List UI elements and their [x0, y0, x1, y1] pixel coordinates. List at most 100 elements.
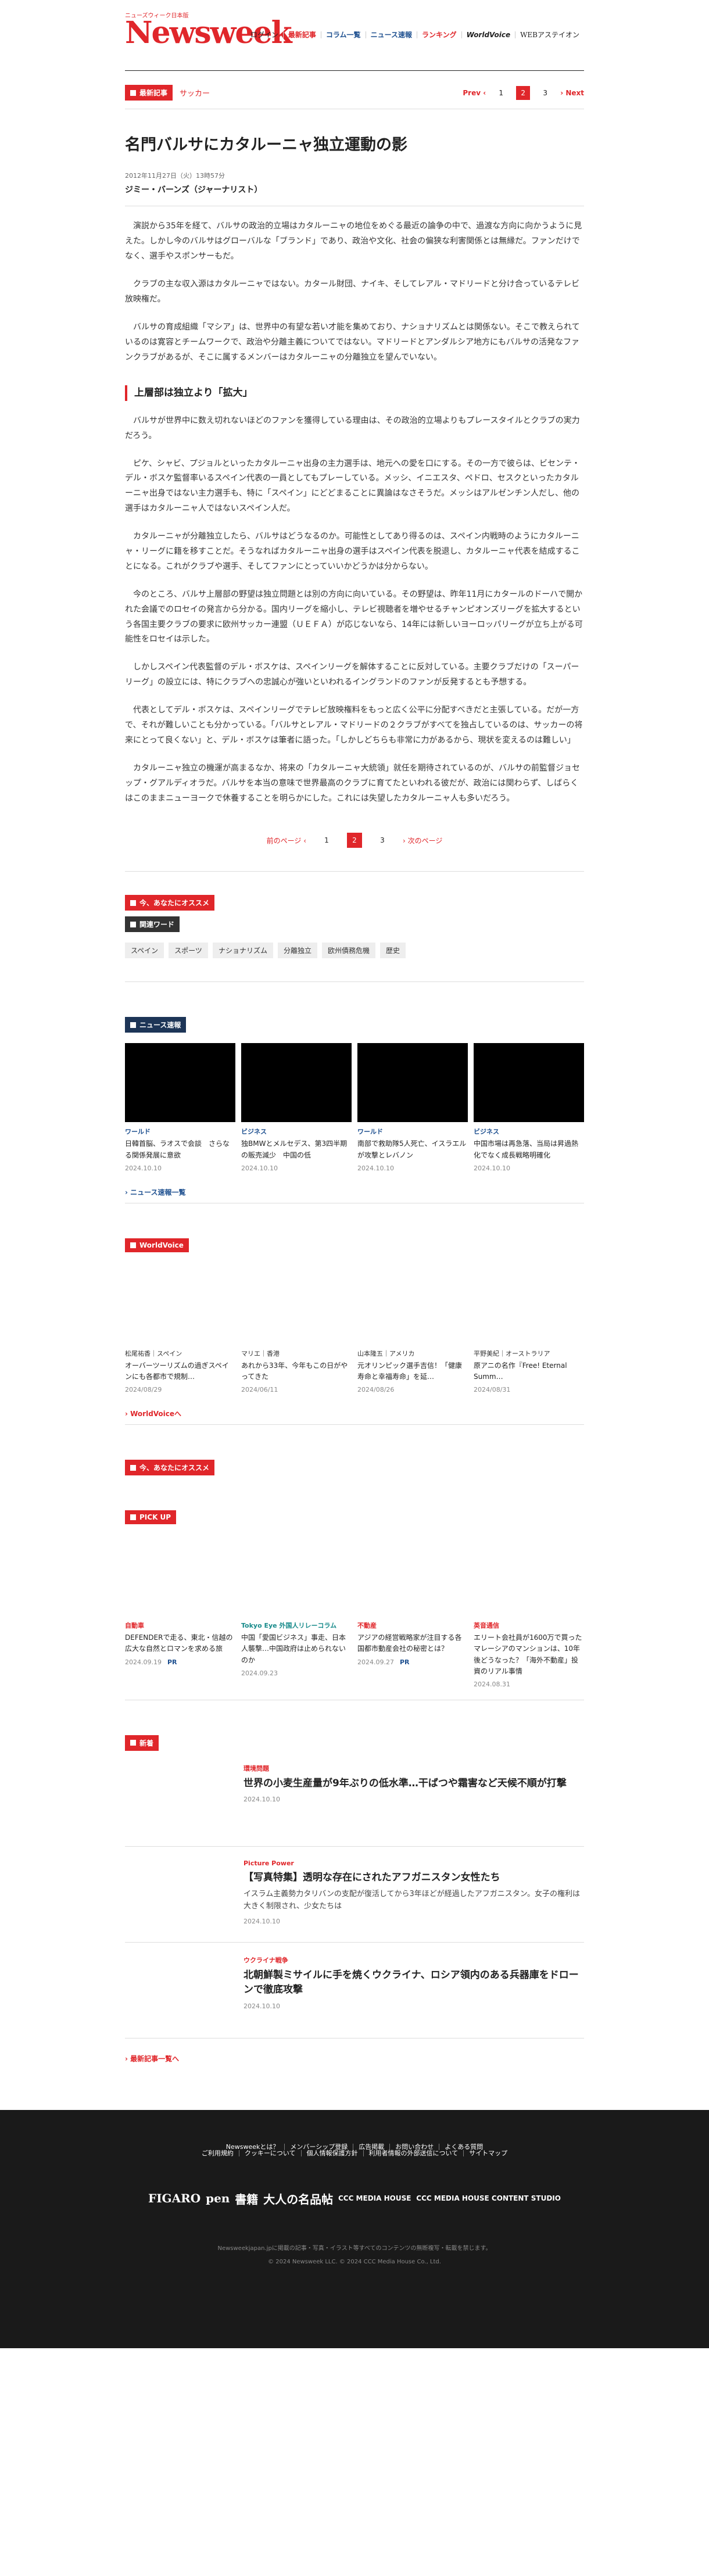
news-category: ビジネス: [474, 1128, 499, 1136]
brand-figaro[interactable]: FIGARO: [148, 2191, 200, 2205]
nav-news[interactable]: ニュース速報: [366, 31, 417, 38]
latest-summary: イスラム主義勢力タリバンの支配が復活してから3年ほどが経過したアフガニスタン。女…: [244, 1890, 580, 1911]
news-title[interactable]: 日韓首脳、ラオスで会談 さらなる関係発展に意欲: [125, 1138, 235, 1160]
nav-login[interactable]: ログイン: [246, 31, 284, 38]
keywords-section: 関連ワード スペイン スポーツ ナショナリズム 分離独立 欧州債務危機 歴史: [125, 916, 584, 983]
pickup-card[interactable]: Tokyo Eye 外国人リレーコラム 中国「愛国ビジネス」事走、日本人襲撃…中…: [241, 1535, 352, 1688]
brand-otona[interactable]: 大人の名品帖: [263, 2190, 333, 2207]
news-thumbnail[interactable]: [474, 1043, 584, 1123]
pickup-card[interactable]: 自動車 DEFENDERで走る、東北・信越の広大な自然とロマンを求める旅 202…: [125, 1535, 235, 1688]
footer-link[interactable]: 個人情報保護方針: [302, 2149, 364, 2156]
footer-link[interactable]: 利用者情報の外部送信について: [364, 2149, 464, 2156]
worldvoice-thumbnail[interactable]: [357, 1262, 468, 1344]
prev-link[interactable]: Prev ‹: [463, 89, 486, 97]
worldvoice-title[interactable]: 元オリンピック選手吉信！「健康寿命と幸福寿命」を延…: [357, 1360, 468, 1382]
pickup-card[interactable]: 不動産 アジアの経営戦略家が注目する各国都市動産会社の秘密とは？ 2024.09…: [357, 1535, 468, 1688]
worldvoice-title[interactable]: あれから33年、今年もこの日がやってきた: [241, 1360, 352, 1382]
footer-link[interactable]: ご利用規約: [196, 2149, 239, 2156]
worldvoice-date: 2024/06/11: [241, 1386, 278, 1394]
worldvoice-card[interactable]: 平野美紀｜オーストラリア 原アニの名作『Free! Eternal Summ… …: [474, 1262, 584, 1393]
pickup-thumbnail[interactable]: [125, 1535, 235, 1617]
news-thumbnail[interactable]: [125, 1043, 235, 1123]
keyword-tag[interactable]: 歴史: [379, 943, 406, 959]
page-3[interactable]: 3: [538, 86, 552, 100]
latest-more-link[interactable]: › 最新記事一覧へ: [125, 2054, 584, 2069]
pickup-thumbnail[interactable]: [241, 1535, 352, 1617]
footer-link[interactable]: サイトマップ: [464, 2150, 513, 2156]
nav-ranking[interactable]: ランキング: [417, 31, 462, 38]
worldvoice-more-link[interactable]: › WorldVoiceへ: [125, 1409, 584, 1425]
latest-title[interactable]: 北朝鮮製ミサイルに手を焼くウクライナ、ロシア領内のある兵器庫をドローンで徹底攻撃: [244, 1968, 584, 1998]
pickup-category: 自動車: [125, 1622, 144, 1630]
news-title[interactable]: 中国市場は再急落、当局は昇過熱化でなく成長戦略明確化: [474, 1138, 584, 1160]
nav-latest[interactable]: 最新記事: [284, 31, 321, 38]
latest-thumbnail[interactable]: [125, 1859, 230, 1929]
keyword-tag[interactable]: スペイン: [125, 943, 164, 959]
page-2[interactable]: 2: [516, 85, 531, 100]
news-card[interactable]: ワールド 南部で救助隊5人死亡、イスラエルが攻撃とレバノン 2024.10.10: [357, 1043, 468, 1172]
nav-worldvoice[interactable]: WorldVoice: [462, 31, 516, 38]
news-card[interactable]: ビジネス 中国市場は再急落、当局は昇過熱化でなく成長戦略明確化 2024.10.…: [474, 1043, 584, 1172]
worldvoice-title[interactable]: 原アニの名作『Free! Eternal Summ…: [474, 1360, 584, 1382]
news-thumbnail[interactable]: [357, 1043, 468, 1123]
page-3[interactable]: 3: [375, 833, 390, 848]
brand-books[interactable]: 書籍: [235, 2190, 258, 2207]
prev-page-link[interactable]: 前のページ ‹: [267, 836, 306, 845]
pickup-thumbnail[interactable]: [357, 1535, 468, 1617]
worldvoice-card[interactable]: マリエ｜香港 あれから33年、今年もこの日がやってきた 2024/06/11: [241, 1262, 352, 1394]
pickup-title[interactable]: アジアの経営戦略家が注目する各国都市動産会社の秘密とは？: [357, 1632, 468, 1654]
next-page-link[interactable]: › 次のページ: [403, 836, 442, 845]
latest-item[interactable]: ウクライナ戦争 北朝鮮製ミサイルに手を焼くウクライナ、ロシア領内のある兵器庫をド…: [125, 1943, 584, 2038]
worldvoice-thumbnail[interactable]: [125, 1262, 235, 1344]
pickup-thumbnail[interactable]: [474, 1535, 584, 1617]
brand-ccc-studio[interactable]: CCC MEDIA HOUSE CONTENT STUDIO: [416, 2194, 561, 2202]
worldvoice-thumbnail[interactable]: [241, 1262, 352, 1344]
page-1[interactable]: 1: [494, 86, 508, 100]
square-icon: [130, 89, 136, 96]
nav-webasteion[interactable]: WEBアステイオン: [515, 31, 584, 38]
news-title[interactable]: 南部で救助隊5人死亡、イスラエルが攻撃とレバノン: [357, 1138, 468, 1160]
latest-item[interactable]: Picture Power 【写真特集】透明な存在にされたアフガニスタン女性たち…: [125, 1847, 584, 1943]
latest-badge[interactable]: 最新記事: [125, 85, 173, 101]
next-link[interactable]: › Next: [560, 89, 584, 97]
worldvoice-title[interactable]: オーバーツーリズムの過ぎスペインにも各都市で規制…: [125, 1360, 235, 1382]
latest-section: 新着 環境問題 世界の小麦生産量が9年ぶりの低水準…干ばつや霜害など天候不順が打…: [125, 1735, 584, 2069]
worldvoice-thumbnail[interactable]: [474, 1262, 584, 1344]
pickup-title[interactable]: エリート会社員が1600万で買ったマレーシアのマンションは、10年後どうなった？…: [474, 1632, 584, 1677]
latest-item[interactable]: 環境問題 世界の小麦生産量が9年ぶりの低水準…干ばつや霜害など天候不順が打撃 2…: [125, 1751, 584, 1847]
paragraph: カタルーニャが分離独立したら、バルサはどうなるのか。可能性としてあり得るのは、ス…: [125, 532, 580, 571]
footer-link[interactable]: クッキーについて: [239, 2149, 302, 2156]
latest-thumbnail[interactable]: [125, 1763, 230, 1833]
page-2[interactable]: 2: [347, 833, 362, 848]
breadcrumb-category[interactable]: サッカー: [180, 87, 210, 98]
keyword-tag[interactable]: スポーツ: [169, 943, 208, 959]
footer-copyright: © 2024 Newsweek LLC. © 2024 CCC Media Ho…: [268, 2258, 441, 2265]
worldvoice-card[interactable]: 山本隆五｜アメリカ 元オリンピック選手吉信！「健康寿命と幸福寿命」を延… 202…: [357, 1262, 468, 1393]
worldvoice-card[interactable]: 松尾祐香｜スペイン オーバーツーリズムの過ぎスペインにも各都市で規制… 2024…: [125, 1262, 235, 1393]
news-category: ワールド: [125, 1128, 151, 1136]
pickup-title[interactable]: 中国「愛国ビジネス」事走、日本人襲撃…中国政府は止められないのか: [241, 1632, 352, 1666]
news-card[interactable]: ワールド 日韓首脳、ラオスで会談 さらなる関係発展に意欲 2024.10.10: [125, 1043, 235, 1172]
news-title[interactable]: 独BMWとメルセデス、第3四半期の販売減少 中国の低: [241, 1138, 352, 1160]
latest-title[interactable]: 世界の小麦生産量が9年ぶりの低水準…干ばつや霜害など天候不順が打撃: [244, 1776, 567, 1792]
pickup-card[interactable]: 英音通信 エリート会社員が1600万で買ったマレーシアのマンションは、10年後ど…: [474, 1535, 584, 1688]
page-1[interactable]: 1: [319, 833, 334, 848]
news-card[interactable]: ビジネス 独BMWとメルセデス、第3四半期の販売減少 中国の低 2024.10.…: [241, 1043, 352, 1172]
keyword-tag[interactable]: 分離独立: [277, 943, 317, 959]
worldvoice-author: 松尾祐香｜スペイン: [125, 1349, 182, 1357]
latest-date: 2024.10.10: [244, 1796, 280, 1804]
keyword-tag[interactable]: ナショナリズム: [212, 943, 273, 959]
nav-columns[interactable]: コラム一覧: [321, 31, 366, 38]
breadcrumb-bar: 最新記事 サッカー Prev ‹ 1 2 3 › Next: [125, 83, 584, 109]
news-thumbnail[interactable]: [241, 1043, 352, 1123]
keywords-badge: 関連ワード: [125, 916, 180, 933]
brand-pen[interactable]: pen: [206, 2191, 230, 2205]
news-more-link[interactable]: › ニュース速報一覧: [125, 1187, 584, 1203]
news-date: 2024.10.10: [357, 1164, 394, 1172]
pickup-title[interactable]: DEFENDERで走る、東北・信越の広大な自然とロマンを求める旅: [125, 1632, 235, 1654]
brand-cccmh[interactable]: CCC MEDIA HOUSE: [338, 2194, 411, 2202]
latest-title[interactable]: 【写真特集】透明な存在にされたアフガニスタン女性たち: [244, 1871, 584, 1886]
keyword-tag[interactable]: 欧州債務危機: [321, 943, 375, 959]
square-icon: [130, 1242, 136, 1248]
latest-thumbnail[interactable]: [125, 1955, 230, 2025]
